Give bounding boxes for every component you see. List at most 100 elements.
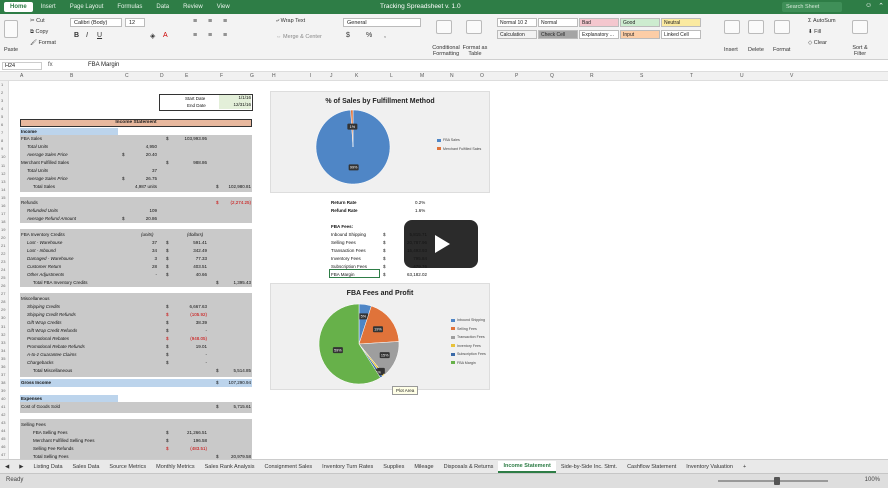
sheet-tab-monthly-metrics[interactable]: Monthly Metrics xyxy=(151,462,200,472)
end-date-value[interactable]: 12/31/16 xyxy=(219,102,251,109)
underline-button[interactable]: U xyxy=(97,32,102,39)
row-number[interactable]: 22 xyxy=(1,251,5,256)
cell-style-calculation[interactable]: Calculation xyxy=(497,30,537,39)
column-o[interactable]: O xyxy=(480,73,484,79)
column-g[interactable]: G xyxy=(250,73,254,79)
row-number[interactable]: 20 xyxy=(1,235,5,240)
sheet-tab-cashflow-statement[interactable]: Cashflow Statement xyxy=(622,462,681,472)
cell-style-neutral[interactable]: Neutral xyxy=(661,18,701,27)
fulfillment-pie-chart[interactable]: % of Sales by Fulfillment Method 99% 1% F… xyxy=(270,91,490,193)
column-n[interactable]: N xyxy=(450,73,454,79)
row-number[interactable]: 35 xyxy=(1,356,5,361)
fees-profit-pie-chart[interactable]: FBA Fees and Profit 5%19%15%1%1%59% Inbo… xyxy=(270,283,490,390)
copy-button[interactable]: ⧉ Copy xyxy=(30,29,48,36)
column-q[interactable]: Q xyxy=(550,73,554,79)
sheet-tab-disposals-returns[interactable]: Disposals & Returns xyxy=(439,462,499,472)
row-number[interactable]: 23 xyxy=(1,259,5,264)
cell-style-check-cell[interactable]: Check Cell xyxy=(538,30,578,39)
fill-button[interactable]: ⬇ Fill xyxy=(808,29,821,35)
row-value[interactable]: 342.49 xyxy=(169,248,207,253)
row-number[interactable]: 24 xyxy=(1,267,5,272)
row-value[interactable]: 988.86 xyxy=(169,160,207,165)
row-number[interactable]: 26 xyxy=(1,283,5,288)
delete-cells-icon[interactable] xyxy=(748,20,764,34)
row-number[interactable]: 25 xyxy=(1,275,5,280)
row-number[interactable]: 13 xyxy=(1,179,5,184)
number-format-select[interactable]: General xyxy=(343,18,421,27)
row-number[interactable]: 5 xyxy=(1,114,3,119)
ribbon-tab-formulas[interactable]: Formulas xyxy=(111,2,148,12)
column-l[interactable]: L xyxy=(390,73,393,79)
row-number[interactable]: 8 xyxy=(1,138,3,143)
row-number[interactable]: 45 xyxy=(1,436,5,441)
currency-icon[interactable]: $ xyxy=(346,32,350,39)
fill-color-icon[interactable]: ◈ xyxy=(150,32,155,40)
format-cells-icon[interactable] xyxy=(774,20,790,34)
row-number[interactable]: 41 xyxy=(1,404,5,409)
ribbon-tab-page-layout[interactable]: Page Layout xyxy=(64,2,110,12)
bold-button[interactable]: B xyxy=(74,32,79,39)
cell-style-normal[interactable]: Normal xyxy=(538,18,578,27)
row-total-value[interactable]: 5,514.85 xyxy=(209,368,251,373)
align-middle-icon[interactable]: ≡ xyxy=(208,18,212,25)
row-number[interactable]: 37 xyxy=(1,372,5,377)
row-number[interactable]: 28 xyxy=(1,299,5,304)
row-total-value[interactable]: 5,715.61 xyxy=(209,404,251,409)
row-number[interactable]: 39 xyxy=(1,388,5,393)
sheet-tab-sales-rank-analysis[interactable]: Sales Rank Analysis xyxy=(200,462,260,472)
row-number[interactable]: 46 xyxy=(1,444,5,449)
row-number[interactable]: 38 xyxy=(1,380,5,385)
start-date-value[interactable]: 1/1/16 xyxy=(219,95,251,102)
insert-cells-icon[interactable] xyxy=(724,20,740,34)
cell-style-linked-cell[interactable]: Linked Cell xyxy=(661,30,701,39)
format-as-table-icon[interactable] xyxy=(466,20,482,34)
row-number[interactable]: 27 xyxy=(1,291,5,296)
row-number[interactable]: 43 xyxy=(1,420,5,425)
row-number[interactable]: 40 xyxy=(1,396,5,401)
cell-style-explanatory-[interactable]: Explanatory ... xyxy=(579,30,619,39)
wrap-text-button[interactable]: ⤶ Wrap Text xyxy=(276,18,305,25)
name-box[interactable]: H24 xyxy=(2,62,42,70)
clear-button[interactable]: ◇ Clear xyxy=(808,40,827,46)
ribbon-tab-data[interactable]: Data xyxy=(150,2,175,12)
row-number[interactable]: 18 xyxy=(1,219,5,224)
font-color-icon[interactable]: A xyxy=(163,32,168,39)
column-t[interactable]: T xyxy=(690,73,693,79)
column-r[interactable]: R xyxy=(590,73,594,79)
row-value[interactable]: (948.05) xyxy=(169,336,207,341)
video-play-button[interactable] xyxy=(404,220,478,268)
zoom-slider-knob[interactable] xyxy=(774,477,780,485)
selected-cell[interactable] xyxy=(329,269,380,278)
row-number[interactable]: 42 xyxy=(1,412,5,417)
row-number[interactable]: 33 xyxy=(1,340,5,345)
format-painter-button[interactable]: 🖌 Format xyxy=(30,40,56,46)
row-number[interactable]: 14 xyxy=(1,187,5,192)
sort-filter-icon[interactable] xyxy=(852,20,868,34)
row-value[interactable]: 6,667.63 xyxy=(169,304,207,309)
column-u[interactable]: U xyxy=(740,73,744,79)
row-number[interactable]: 7 xyxy=(1,130,3,135)
align-right-icon[interactable]: ≡ xyxy=(223,32,227,39)
row-number[interactable]: 31 xyxy=(1,324,5,329)
next-sheet-icon[interactable]: ▶ xyxy=(14,462,28,472)
row-number[interactable]: 21 xyxy=(1,243,5,248)
fx-icon[interactable]: fx xyxy=(48,62,53,68)
row-number[interactable]: 9 xyxy=(1,146,3,151)
ribbon-tab-view[interactable]: View xyxy=(211,2,236,12)
sheet-tab-listing-data[interactable]: Listing Data xyxy=(28,462,67,472)
sheet-tab-source-metrics[interactable]: Source Metrics xyxy=(104,462,151,472)
ribbon-tab-review[interactable]: Review xyxy=(177,2,209,12)
row-value[interactable]: 103,993.95 xyxy=(169,136,207,141)
cell-style-normal-10-2[interactable]: Normal 10 2 xyxy=(497,18,537,27)
row-number[interactable]: 10 xyxy=(1,154,5,159)
sheet-tab-sales-data[interactable]: Sales Data xyxy=(68,462,105,472)
column-j[interactable]: J xyxy=(330,73,333,79)
row-value[interactable]: 40.66 xyxy=(169,272,207,277)
sheet-tab-inventory-valuation[interactable]: Inventory Valuation xyxy=(681,462,738,472)
row-number[interactable]: 19 xyxy=(1,227,5,232)
cell-style-good[interactable]: Good xyxy=(620,18,660,27)
align-top-icon[interactable]: ≡ xyxy=(193,18,197,25)
column-a[interactable]: A xyxy=(20,73,23,79)
row-value[interactable]: 19.01 xyxy=(169,344,207,349)
sheet-tab-side-by-side-inc-stmt-[interactable]: Side-by-Side Inc. Stmt. xyxy=(556,462,622,472)
